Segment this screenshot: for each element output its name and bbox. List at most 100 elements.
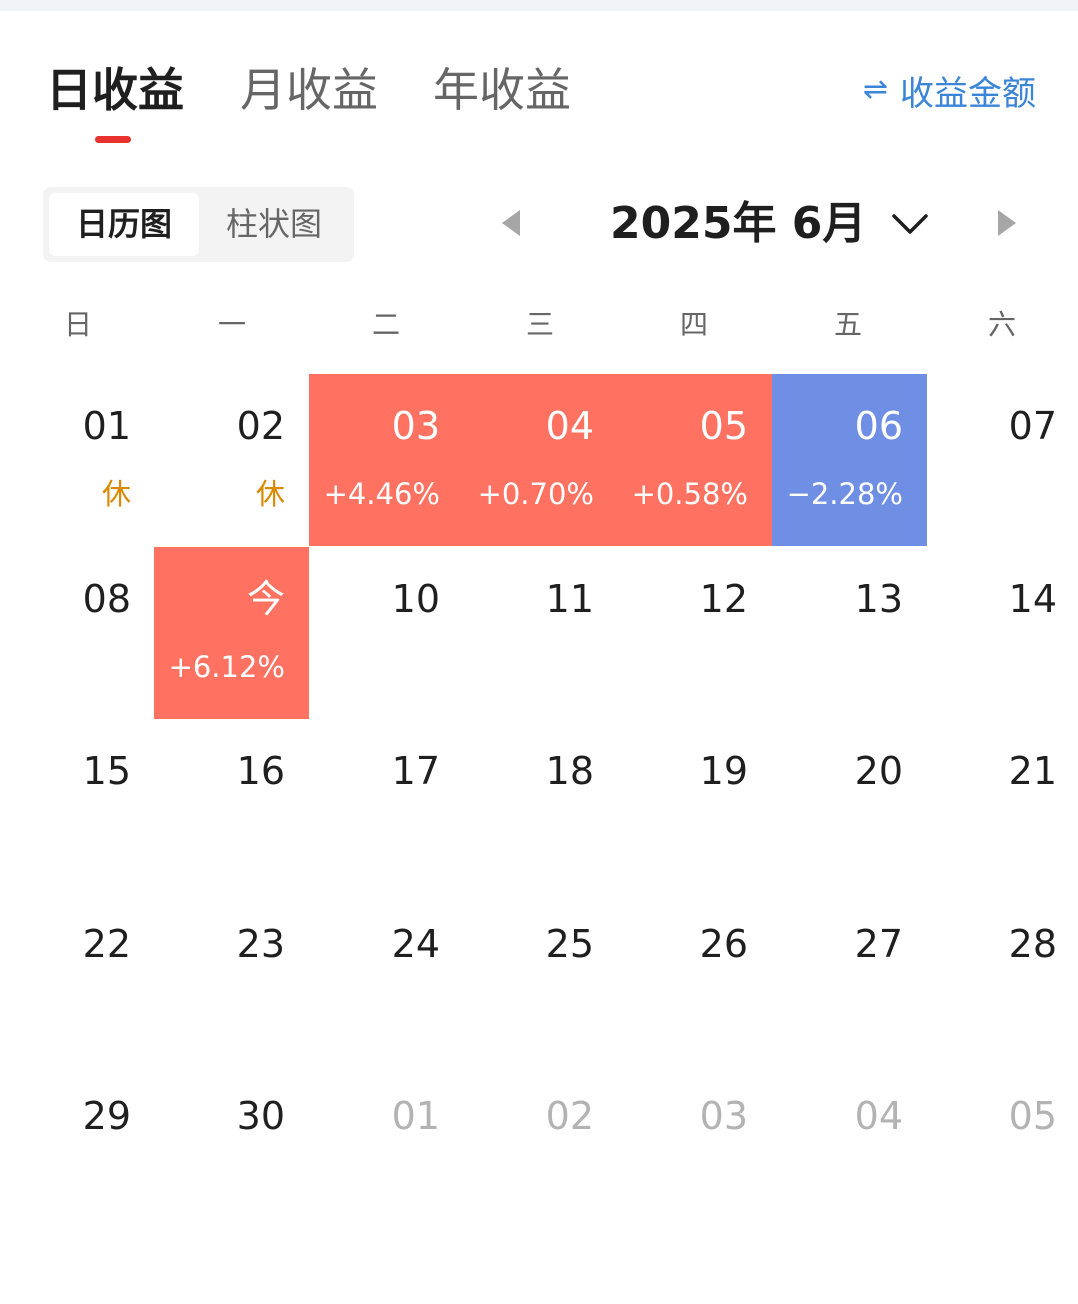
calendar-day-cell: 02 bbox=[463, 1064, 618, 1236]
calendar-day-number: 27 bbox=[854, 922, 903, 966]
calendar-day-number: 10 bbox=[391, 577, 440, 621]
calendar-day-number: 01 bbox=[391, 1094, 440, 1138]
toggle-earnings-amount-label: 收益金额 bbox=[900, 73, 1036, 114]
calendar-day-cell[interactable]: 11 bbox=[463, 547, 618, 719]
calendar-day-cell[interactable]: 26 bbox=[617, 892, 772, 1064]
weekday-mon: 一 bbox=[217, 308, 246, 341]
current-month-label: 2025年 6月 bbox=[610, 198, 867, 249]
view-switch: 日历图 柱状图 bbox=[43, 187, 354, 262]
calendar-day-cell[interactable]: 22 bbox=[0, 892, 155, 1064]
calendar-day-number: 05 bbox=[1008, 1094, 1057, 1138]
daily-return-value: +4.46% bbox=[323, 477, 440, 511]
calendar-day-cell[interactable]: 04 +0.70% bbox=[463, 374, 618, 546]
tab-yearly-earnings[interactable]: 年收益 bbox=[433, 58, 571, 122]
calendar-day-cell[interactable]: 23 bbox=[154, 892, 309, 1064]
previous-month-button[interactable] bbox=[502, 210, 520, 236]
calendar-day-number: 22 bbox=[82, 922, 131, 966]
calendar-day-number: 28 bbox=[1008, 922, 1057, 966]
market-closed-label: 休 bbox=[101, 477, 131, 511]
calendar-day-cell[interactable]: 29 bbox=[0, 1064, 155, 1236]
active-tab-indicator bbox=[95, 136, 131, 143]
calendar-day-cell[interactable]: 16 bbox=[154, 719, 309, 891]
weekday-fri: 五 bbox=[833, 308, 862, 341]
calendar-day-number: 07 bbox=[1008, 404, 1057, 448]
weekday-tue: 二 bbox=[371, 308, 400, 341]
calendar-day-cell[interactable]: 06 −2.28% bbox=[772, 374, 927, 546]
tab-daily-earnings[interactable]: 日收益 bbox=[46, 58, 184, 122]
calendar-day-cell[interactable]: 30 bbox=[154, 1064, 309, 1236]
weekday-sun: 日 bbox=[63, 308, 92, 341]
calendar-day-number: 05 bbox=[699, 404, 748, 448]
daily-return-value: +0.58% bbox=[631, 477, 748, 511]
calendar-day-cell: 03 bbox=[617, 1064, 772, 1236]
calendar-day-number: 16 bbox=[236, 749, 285, 793]
calendar-day-cell[interactable]: 今 +6.12% bbox=[154, 547, 309, 719]
calendar-day-number: 03 bbox=[391, 404, 440, 448]
calendar-day-cell[interactable]: 08 bbox=[0, 547, 155, 719]
calendar-day-cell[interactable]: 02 休 bbox=[154, 374, 309, 546]
calendar-day-cell[interactable]: 12 bbox=[617, 547, 772, 719]
calendar-day-number: 20 bbox=[854, 749, 903, 793]
calendar-day-number: 19 bbox=[699, 749, 748, 793]
calendar-day-number: 13 bbox=[854, 577, 903, 621]
calendar-day-cell[interactable]: 17 bbox=[309, 719, 464, 891]
calendar-day-number: 14 bbox=[1008, 577, 1057, 621]
calendar-day-number: 06 bbox=[854, 404, 903, 448]
calendar-day-cell[interactable]: 05 +0.58% bbox=[617, 374, 772, 546]
calendar-day-number: 25 bbox=[545, 922, 594, 966]
calendar-day-cell[interactable]: 18 bbox=[463, 719, 618, 891]
calendar-day-cell: 01 bbox=[309, 1064, 464, 1236]
calendar-day-cell[interactable]: 14 bbox=[926, 547, 1078, 719]
tab-monthly-earnings[interactable]: 月收益 bbox=[240, 58, 378, 122]
calendar-day-number: 今 bbox=[246, 577, 285, 621]
calendar-day-number: 04 bbox=[545, 404, 594, 448]
calendar-day-cell[interactable]: 19 bbox=[617, 719, 772, 891]
calendar-day-number: 24 bbox=[391, 922, 440, 966]
calendar-day-number: 29 bbox=[82, 1094, 131, 1138]
calendar-day-cell: 04 bbox=[772, 1064, 927, 1236]
calendar-day-number: 03 bbox=[699, 1094, 748, 1138]
calendar-day-number: 01 bbox=[82, 404, 131, 448]
weekday-wed: 三 bbox=[525, 308, 554, 341]
calendar-day-cell[interactable]: 25 bbox=[463, 892, 618, 1064]
weekday-header: 日 一 二 三 四 五 六 bbox=[0, 300, 1078, 350]
calendar-day-number: 26 bbox=[699, 922, 748, 966]
calendar-day-cell[interactable]: 28 bbox=[926, 892, 1078, 1064]
next-month-button[interactable] bbox=[998, 210, 1016, 236]
top-strip bbox=[0, 0, 1078, 11]
market-closed-label: 休 bbox=[255, 477, 285, 511]
calendar-day-number: 30 bbox=[236, 1094, 285, 1138]
calendar-day-number: 12 bbox=[699, 577, 748, 621]
calendar-day-cell[interactable]: 15 bbox=[0, 719, 155, 891]
calendar-day-number: 15 bbox=[82, 749, 131, 793]
calendar-day-number: 08 bbox=[82, 577, 131, 621]
calendar-day-cell[interactable]: 03 +4.46% bbox=[309, 374, 464, 546]
calendar-day-number: 21 bbox=[1008, 749, 1057, 793]
calendar-view-button[interactable]: 日历图 bbox=[49, 193, 199, 256]
calendar-day-number: 17 bbox=[391, 749, 440, 793]
daily-return-value: +6.12% bbox=[168, 650, 285, 684]
bar-chart-view-button[interactable]: 柱状图 bbox=[199, 193, 349, 256]
chevron-down-icon bbox=[892, 214, 929, 234]
calendar-day-cell[interactable]: 10 bbox=[309, 547, 464, 719]
calendar-day-cell[interactable]: 20 bbox=[772, 719, 927, 891]
weekday-sat: 六 bbox=[987, 308, 1016, 341]
daily-return-value: +0.70% bbox=[477, 477, 594, 511]
calendar-day-cell[interactable]: 21 bbox=[926, 719, 1078, 891]
weekday-thu: 四 bbox=[679, 308, 708, 341]
swap-arrows-icon: ⇌ bbox=[862, 72, 888, 107]
daily-return-value: −2.28% bbox=[786, 477, 903, 511]
calendar-day-cell[interactable]: 27 bbox=[772, 892, 927, 1064]
calendar-day-number: 18 bbox=[545, 749, 594, 793]
calendar-day-cell[interactable]: 07 bbox=[926, 374, 1078, 546]
month-picker[interactable]: 2025年 6月 bbox=[610, 192, 929, 256]
calendar-day-number: 02 bbox=[545, 1094, 594, 1138]
calendar-day-cell[interactable]: 01 休 bbox=[0, 374, 155, 546]
calendar-day-number: 11 bbox=[545, 577, 594, 621]
calendar-day-number: 23 bbox=[236, 922, 285, 966]
calendar-day-cell: 05 bbox=[926, 1064, 1078, 1236]
calendar-day-number: 04 bbox=[854, 1094, 903, 1138]
calendar-day-cell[interactable]: 24 bbox=[309, 892, 464, 1064]
calendar-day-cell[interactable]: 13 bbox=[772, 547, 927, 719]
toggle-earnings-amount-button[interactable]: ⇌ 收益金额 bbox=[863, 66, 1036, 114]
